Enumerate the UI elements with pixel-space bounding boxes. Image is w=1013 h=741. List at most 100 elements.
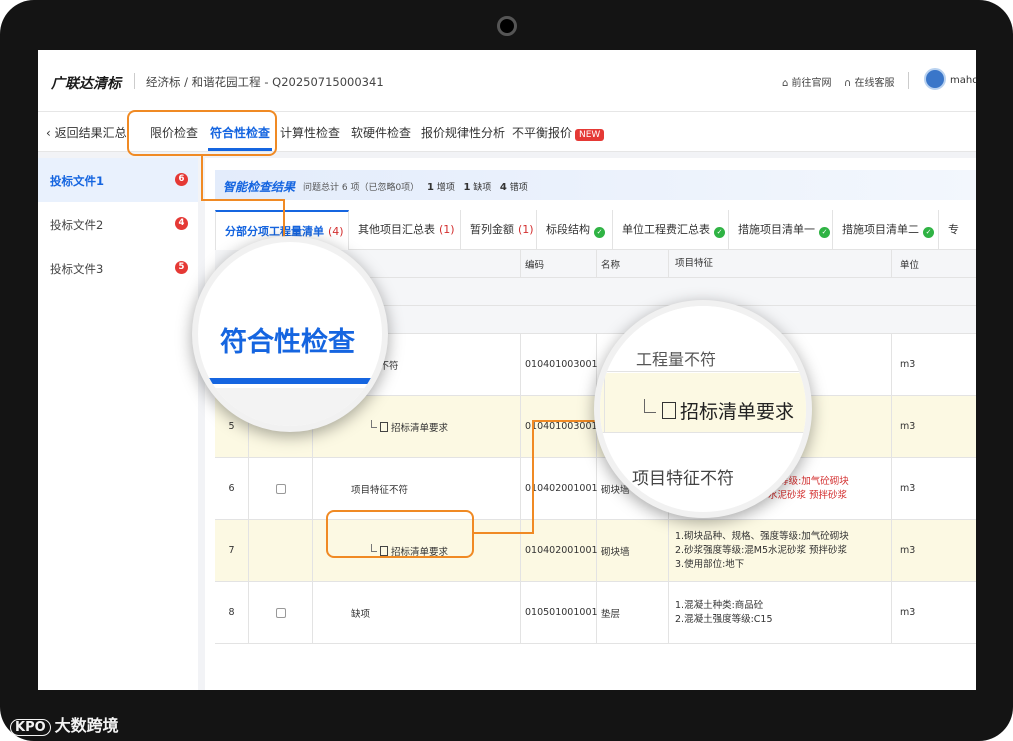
sidebar-item-bid-file-2[interactable]: 投标文件2 4: [38, 202, 198, 246]
highlight-row-box: [326, 510, 474, 558]
summary-title: 智能检查结果: [223, 180, 296, 194]
issue-count-badge: 4: [175, 217, 188, 230]
bid-file-sidebar: 投标文件1 6 投标文件2 4 投标文件3 5: [38, 158, 198, 690]
subtab-measure-list-2[interactable]: 措施项目清单二 ✓: [833, 210, 939, 250]
magnified-tab-indicator: [204, 378, 382, 384]
row-unit: m3: [900, 359, 916, 370]
avatar[interactable]: [924, 68, 946, 90]
row-name: 缺项: [313, 582, 521, 643]
callout-line: [532, 420, 534, 534]
callout-line: [201, 156, 203, 201]
subtab-label: 单位工程费汇总表: [622, 223, 710, 236]
app-header: 广联达清标 经济标 / 和谐花园工程 - Q20250715000341 ⌂ 前…: [38, 50, 976, 112]
subtab-label: 措施项目清单一: [738, 223, 815, 236]
subtab-label: 暂列金额: [470, 223, 514, 236]
subtab-provisional-sum[interactable]: 暂列金额 (1): [461, 210, 537, 250]
sidebar-item-bid-file-3[interactable]: 投标文件3 5: [38, 246, 198, 290]
tab-calculation[interactable]: 计算性检查: [280, 124, 340, 141]
row-index: 7: [215, 520, 249, 581]
magnified-child-label: 招标清单要求: [680, 401, 795, 423]
row-checkbox-cell: [249, 520, 313, 581]
subtab-more[interactable]: 专: [939, 210, 976, 250]
row-unit: m3: [900, 545, 916, 556]
row-feature: 1.砌块品种、规格、强度等级:加气砼砌块 2.砂浆强度等级:混M5水泥砂浆 预拌…: [669, 520, 892, 581]
watermark: KPO 大数跨境: [10, 712, 119, 736]
feature-line: 2.混凝土强度等级:C15: [675, 613, 773, 625]
subtab-label: 分部分项工程量清单: [225, 225, 324, 238]
summary-counts: 1 增项 1 缺项 4 错项: [427, 180, 528, 193]
summary-total: 问题总计 6 项（已忽略0项）: [303, 183, 420, 193]
brand-logo: 广联达清标: [51, 76, 121, 92]
magnified-tab-label: 符合性检查: [220, 327, 355, 358]
official-site-link[interactable]: ⌂ 前往官网: [782, 74, 832, 89]
project-breadcrumb: 经济标 / 和谐花园工程 - Q20250715000341: [146, 75, 384, 89]
added-count: 1: [427, 182, 434, 193]
header-code: 编码: [521, 250, 597, 277]
subtab-label: 专: [948, 223, 959, 236]
row-index: 8: [215, 582, 249, 643]
subtab-section-structure[interactable]: 标段结构 ✓: [537, 210, 613, 250]
magnifier-tab: 符合性检查: [192, 236, 388, 432]
watermark-logo: KPO: [10, 719, 51, 736]
feature-lines: 1.砌块品种、规格、强度等级:加气砼砌块 2.砂浆强度等级:混M5水泥砂浆 预拌…: [675, 530, 849, 572]
subtab-label: 措施项目清单二: [842, 223, 919, 236]
document-icon: [662, 402, 676, 419]
magnified-row-text: 项目特征不符: [632, 469, 734, 489]
camera-icon: [497, 16, 517, 36]
header-divider: [134, 73, 135, 89]
magnified-cell-border: [604, 373, 605, 433]
sidebar-item-label: 投标文件1: [50, 174, 105, 188]
row-checkbox[interactable]: [275, 607, 286, 618]
online-service-link[interactable]: ∩ 在线客服: [844, 74, 895, 89]
check-ok-icon: ✓: [923, 227, 934, 238]
header-title: 名称: [597, 250, 669, 277]
subtab-count: (1): [439, 223, 455, 236]
table-row[interactable]: 8 缺项 010501001001 垫层 1.混凝土种类:商品砼 2.混凝土强度…: [215, 582, 976, 644]
new-badge: NEW: [575, 129, 605, 141]
summary-bar: 智能检查结果 问题总计 6 项（已忽略0项） 1 增项 1 缺项 4 错项: [215, 170, 976, 200]
issue-count-badge: 6: [175, 173, 188, 186]
error-count: 4: [499, 182, 507, 193]
headset-icon: ∩: [844, 78, 852, 89]
check-ok-icon: ✓: [714, 227, 725, 238]
missing-count: 1: [463, 182, 471, 193]
online-service-label: 在线客服: [854, 78, 895, 89]
tab-software-hardware[interactable]: 软硬件检查: [351, 124, 411, 141]
subtab-label: 标段结构: [546, 223, 590, 236]
row-code: 010401003001: [521, 334, 598, 395]
back-to-summary-button[interactable]: ‹ 返回结果汇总: [46, 124, 127, 141]
row-unit: m3: [900, 421, 916, 432]
row-unit: m3: [900, 483, 916, 494]
callout-line: [474, 532, 534, 534]
row-code: 010501001001: [521, 582, 598, 643]
subtab-measure-list-1[interactable]: 措施项目清单一 ✓: [729, 210, 833, 250]
row-index: 6: [215, 458, 249, 519]
sidebar-item-bid-file-1[interactable]: 投标文件1 6: [38, 158, 198, 202]
callout-line: [532, 420, 596, 422]
tab-pricing-pattern[interactable]: 报价规律性分析: [421, 124, 505, 141]
row-feature: 1.混凝土种类:商品砼 2.混凝土强度等级:C15: [669, 582, 892, 643]
subtab-other-items[interactable]: 其他项目汇总表 (1): [349, 210, 461, 250]
sidebar-item-label: 投标文件2: [50, 218, 104, 232]
check-ok-icon: ✓: [594, 227, 605, 238]
chevron-left-icon: ‹: [46, 126, 51, 140]
tab-unbalanced-price[interactable]: 不平衡报价 NEW: [512, 124, 605, 141]
subtab-count: (1): [518, 223, 534, 236]
callout-line: [201, 199, 285, 201]
tab-unbalanced-label: 不平衡报价: [512, 126, 573, 140]
subtab-unit-cost-summary[interactable]: 单位工程费汇总表 ✓: [613, 210, 729, 250]
row-name-text: 招标清单要求: [391, 422, 449, 434]
row-unit: m3: [900, 607, 916, 618]
missing-label: 缺项: [473, 183, 492, 193]
magnified-shade: [198, 388, 382, 426]
check-ok-icon: ✓: [819, 227, 830, 238]
row-checkbox[interactable]: [275, 483, 286, 494]
feature-line: 1.砌块品种、规格、强度等级:加气砼砌块: [675, 530, 849, 542]
username[interactable]: mahd@: [950, 75, 976, 86]
row-checkbox-cell: [249, 458, 313, 519]
row-checkbox-cell: [249, 582, 313, 643]
back-label: 返回结果汇总: [54, 126, 127, 140]
official-site-label: 前往官网: [791, 78, 832, 89]
feature-line: 3.使用部位:地下: [675, 558, 745, 570]
header-feature: 项目特征: [669, 250, 892, 277]
